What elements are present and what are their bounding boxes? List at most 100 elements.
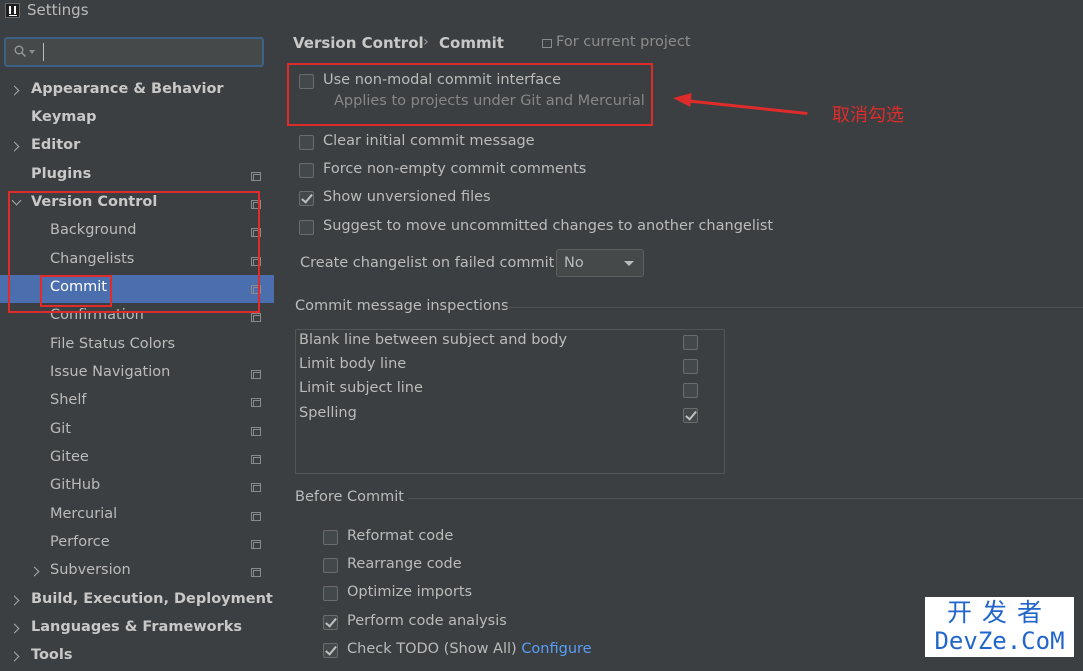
inspection-item[interactable]: Limit subject line [299, 380, 698, 402]
sidebar-item-label: Keymap [31, 109, 97, 125]
breadcrumb-parent[interactable]: Version Control [293, 34, 424, 52]
sidebar-item-label: Build, Execution, Deployment [31, 591, 273, 607]
sidebar-item-label: Git [50, 421, 71, 437]
inspection-label: Limit subject line [299, 380, 423, 396]
section-divider [408, 498, 1083, 499]
settings-sidebar: Appearance & Behavior Keymap Editor Plug… [0, 22, 274, 664]
show-unversioned-checkbox[interactable] [299, 191, 314, 206]
sidebar-item-label: Issue Navigation [50, 364, 171, 380]
clear-initial-message-label: Clear initial commit message [323, 133, 535, 149]
optimize-imports-row[interactable]: Optimize imports [323, 584, 483, 608]
inspection-checkbox[interactable] [683, 359, 698, 374]
breadcrumb-separator: › [423, 34, 429, 50]
configure-todo-link[interactable]: Configure [521, 641, 591, 657]
section-divider [506, 307, 1083, 308]
text-cursor [43, 43, 44, 61]
sidebar-item-subversion[interactable]: Subversion [0, 558, 274, 586]
inspection-item[interactable]: Blank line between subject and body [299, 332, 698, 354]
clear-initial-message-checkbox[interactable] [299, 135, 314, 150]
changelist-combo-label: Create changelist on failed commit: [300, 255, 560, 271]
settings-search-input[interactable] [4, 37, 264, 67]
code-analysis-row[interactable]: Perform code analysis [323, 613, 523, 637]
sidebar-item-label: GitHub [50, 477, 101, 493]
show-unversioned-row[interactable]: Show unversioned files [299, 189, 499, 213]
dropdown-arrow-icon [624, 261, 634, 266]
check-todo-row[interactable]: Check TODO (Show All) Configure [323, 641, 603, 665]
inspection-item[interactable]: Spelling [299, 405, 698, 427]
inspection-checkbox[interactable] [683, 335, 698, 350]
force-non-empty-row[interactable]: Force non-empty commit comments [299, 161, 589, 185]
sidebar-item-shelf[interactable]: Shelf [0, 388, 274, 416]
suggest-move-checkbox[interactable] [299, 220, 314, 235]
annotation-box-non-modal [287, 63, 653, 126]
sidebar-item-file-status-colors[interactable]: File Status Colors [0, 332, 274, 360]
reformat-code-checkbox[interactable] [323, 530, 338, 545]
chevron-right-icon[interactable] [9, 595, 20, 606]
sidebar-item-appearance-behavior[interactable]: Appearance & Behavior [0, 77, 274, 105]
project-scope-icon [251, 370, 261, 379]
sidebar-item-build-execution-deployment[interactable]: Build, Execution, Deployment [0, 587, 274, 615]
force-non-empty-checkbox[interactable] [299, 163, 314, 178]
suggest-move-row[interactable]: Suggest to move uncommitted changes to a… [299, 218, 773, 242]
inspection-label: Blank line between subject and body [299, 332, 568, 348]
annotation-text: 取消勾选 [832, 105, 904, 126]
chevron-right-icon[interactable] [9, 623, 20, 634]
reformat-code-row[interactable]: Reformat code [323, 528, 463, 552]
window-titlebar: Settings [0, 0, 1083, 22]
sidebar-item-label: Subversion [50, 562, 131, 578]
sidebar-item-plugins[interactable]: Plugins [0, 162, 274, 190]
sidebar-item-label: Gitee [50, 449, 89, 465]
sidebar-item-label: Mercurial [50, 506, 118, 522]
project-scope-icon [251, 512, 261, 521]
sidebar-item-label: Languages & Frameworks [31, 619, 243, 635]
sidebar-item-mercurial[interactable]: Mercurial [0, 502, 274, 530]
sidebar-item-keymap[interactable]: Keymap [0, 105, 274, 133]
chevron-right-icon[interactable] [9, 651, 20, 662]
check-todo-checkbox[interactable] [323, 643, 338, 658]
project-scope-icon [251, 313, 261, 322]
page-title: Commit [439, 34, 504, 52]
clear-initial-message-row[interactable]: Clear initial commit message [299, 133, 539, 157]
optimize-imports-checkbox[interactable] [323, 586, 338, 601]
sidebar-item-label: Editor [31, 137, 81, 153]
chevron-right-icon[interactable] [9, 85, 20, 96]
watermark-top-text: 开发者 [946, 598, 1052, 627]
changelist-on-failed-select[interactable]: No [556, 249, 644, 277]
sidebar-item-languages-frameworks[interactable]: Languages & Frameworks [0, 615, 274, 643]
sidebar-item-git[interactable]: Git [0, 417, 274, 445]
show-unversioned-label: Show unversioned files [323, 189, 491, 205]
sidebar-item-github[interactable]: GitHub [0, 473, 274, 501]
code-analysis-checkbox[interactable] [323, 615, 338, 630]
reformat-code-label: Reformat code [347, 528, 454, 544]
chevron-right-icon[interactable] [29, 566, 40, 577]
sidebar-item-gitee[interactable]: Gitee [0, 445, 274, 473]
sidebar-item-label: Perforce [50, 534, 110, 550]
intellij-logo-icon [5, 3, 20, 18]
force-non-empty-label: Force non-empty commit comments [323, 161, 587, 177]
code-analysis-label: Perform code analysis [347, 613, 507, 629]
check-todo-label: Check TODO (Show All) Configure [347, 641, 592, 657]
project-scope-icon [251, 455, 261, 464]
chevron-right-icon[interactable] [9, 141, 20, 152]
check-todo-text: Check TODO (Show All) [347, 641, 517, 657]
project-scope-icon [251, 427, 261, 436]
inspection-checkbox[interactable] [683, 408, 698, 423]
watermark-bottom-text: DevZe.CoM [934, 627, 1065, 655]
rearrange-code-row[interactable]: Rearrange code [323, 556, 473, 580]
annotation-box-commit [40, 275, 112, 307]
search-history-chevron-down-icon[interactable] [29, 50, 35, 54]
sidebar-item-perforce[interactable]: Perforce [0, 530, 274, 558]
sidebar-item-editor[interactable]: Editor [0, 133, 274, 161]
sidebar-item-label: Plugins [31, 166, 92, 182]
rearrange-code-checkbox[interactable] [323, 558, 338, 573]
inspection-item[interactable]: Limit body line [299, 356, 698, 378]
project-scope-icon [251, 568, 261, 577]
scope-label: For current project [556, 34, 691, 50]
project-scope-icon [251, 540, 261, 549]
sidebar-item-issue-navigation[interactable]: Issue Navigation [0, 360, 274, 388]
annotation-arrow-head-icon [672, 91, 692, 107]
inspection-checkbox[interactable] [683, 383, 698, 398]
sidebar-item-tools[interactable]: Tools [0, 643, 274, 671]
project-scope-icon [251, 172, 261, 181]
sidebar-item-label: Shelf [50, 392, 87, 408]
